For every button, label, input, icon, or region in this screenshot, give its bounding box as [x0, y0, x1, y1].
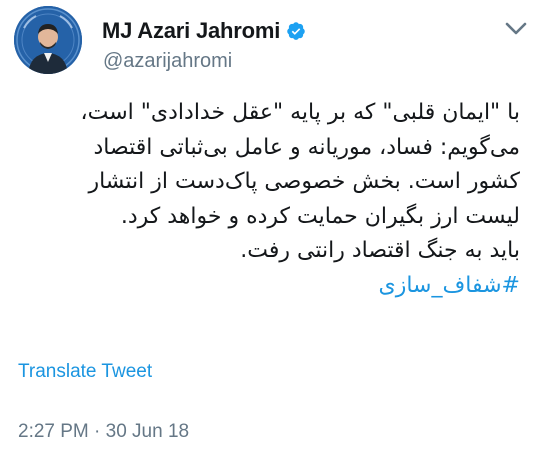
verified-badge-icon	[286, 21, 306, 41]
author-display-name[interactable]: MJ Azari Jahromi	[102, 18, 280, 44]
avatar[interactable]	[14, 6, 82, 74]
tweet-card: MJ Azari Jahromi @azarijahromi با "ایمان…	[0, 0, 540, 465]
tweet-text-line: با "ایمان قلبی" که بر پایه "عقل خدادادی"…	[80, 100, 520, 125]
translate-tweet-link[interactable]: Translate Tweet	[18, 361, 152, 383]
tweet-text: با "ایمان قلبی" که بر پایه "عقل خدادادی"…	[18, 96, 520, 303]
tweet-text-line: باید به جنگ اقتصاد رانتی رفت.	[240, 238, 520, 263]
tweet-text-line: لیست ارز بگیران حمایت کرده و خواهد کرد.	[120, 203, 520, 229]
author-handle[interactable]: @azarijahromi	[103, 50, 232, 73]
tweet-text-line: کشور است. بخش خصوصی پاک‌دست از انتشار	[88, 169, 520, 194]
tweet-timestamp[interactable]: 2:27 PM · 30 Jun 18	[18, 421, 189, 443]
tweet-text-line: می‌گویم: فساد، موریانه و عامل بی‌ثباتی ا…	[93, 134, 521, 160]
author-name-row: MJ Azari Jahromi	[102, 17, 306, 45]
chevron-down-icon[interactable]	[503, 18, 529, 40]
hashtag-link[interactable]: #شفاف_سازی	[18, 269, 521, 304]
